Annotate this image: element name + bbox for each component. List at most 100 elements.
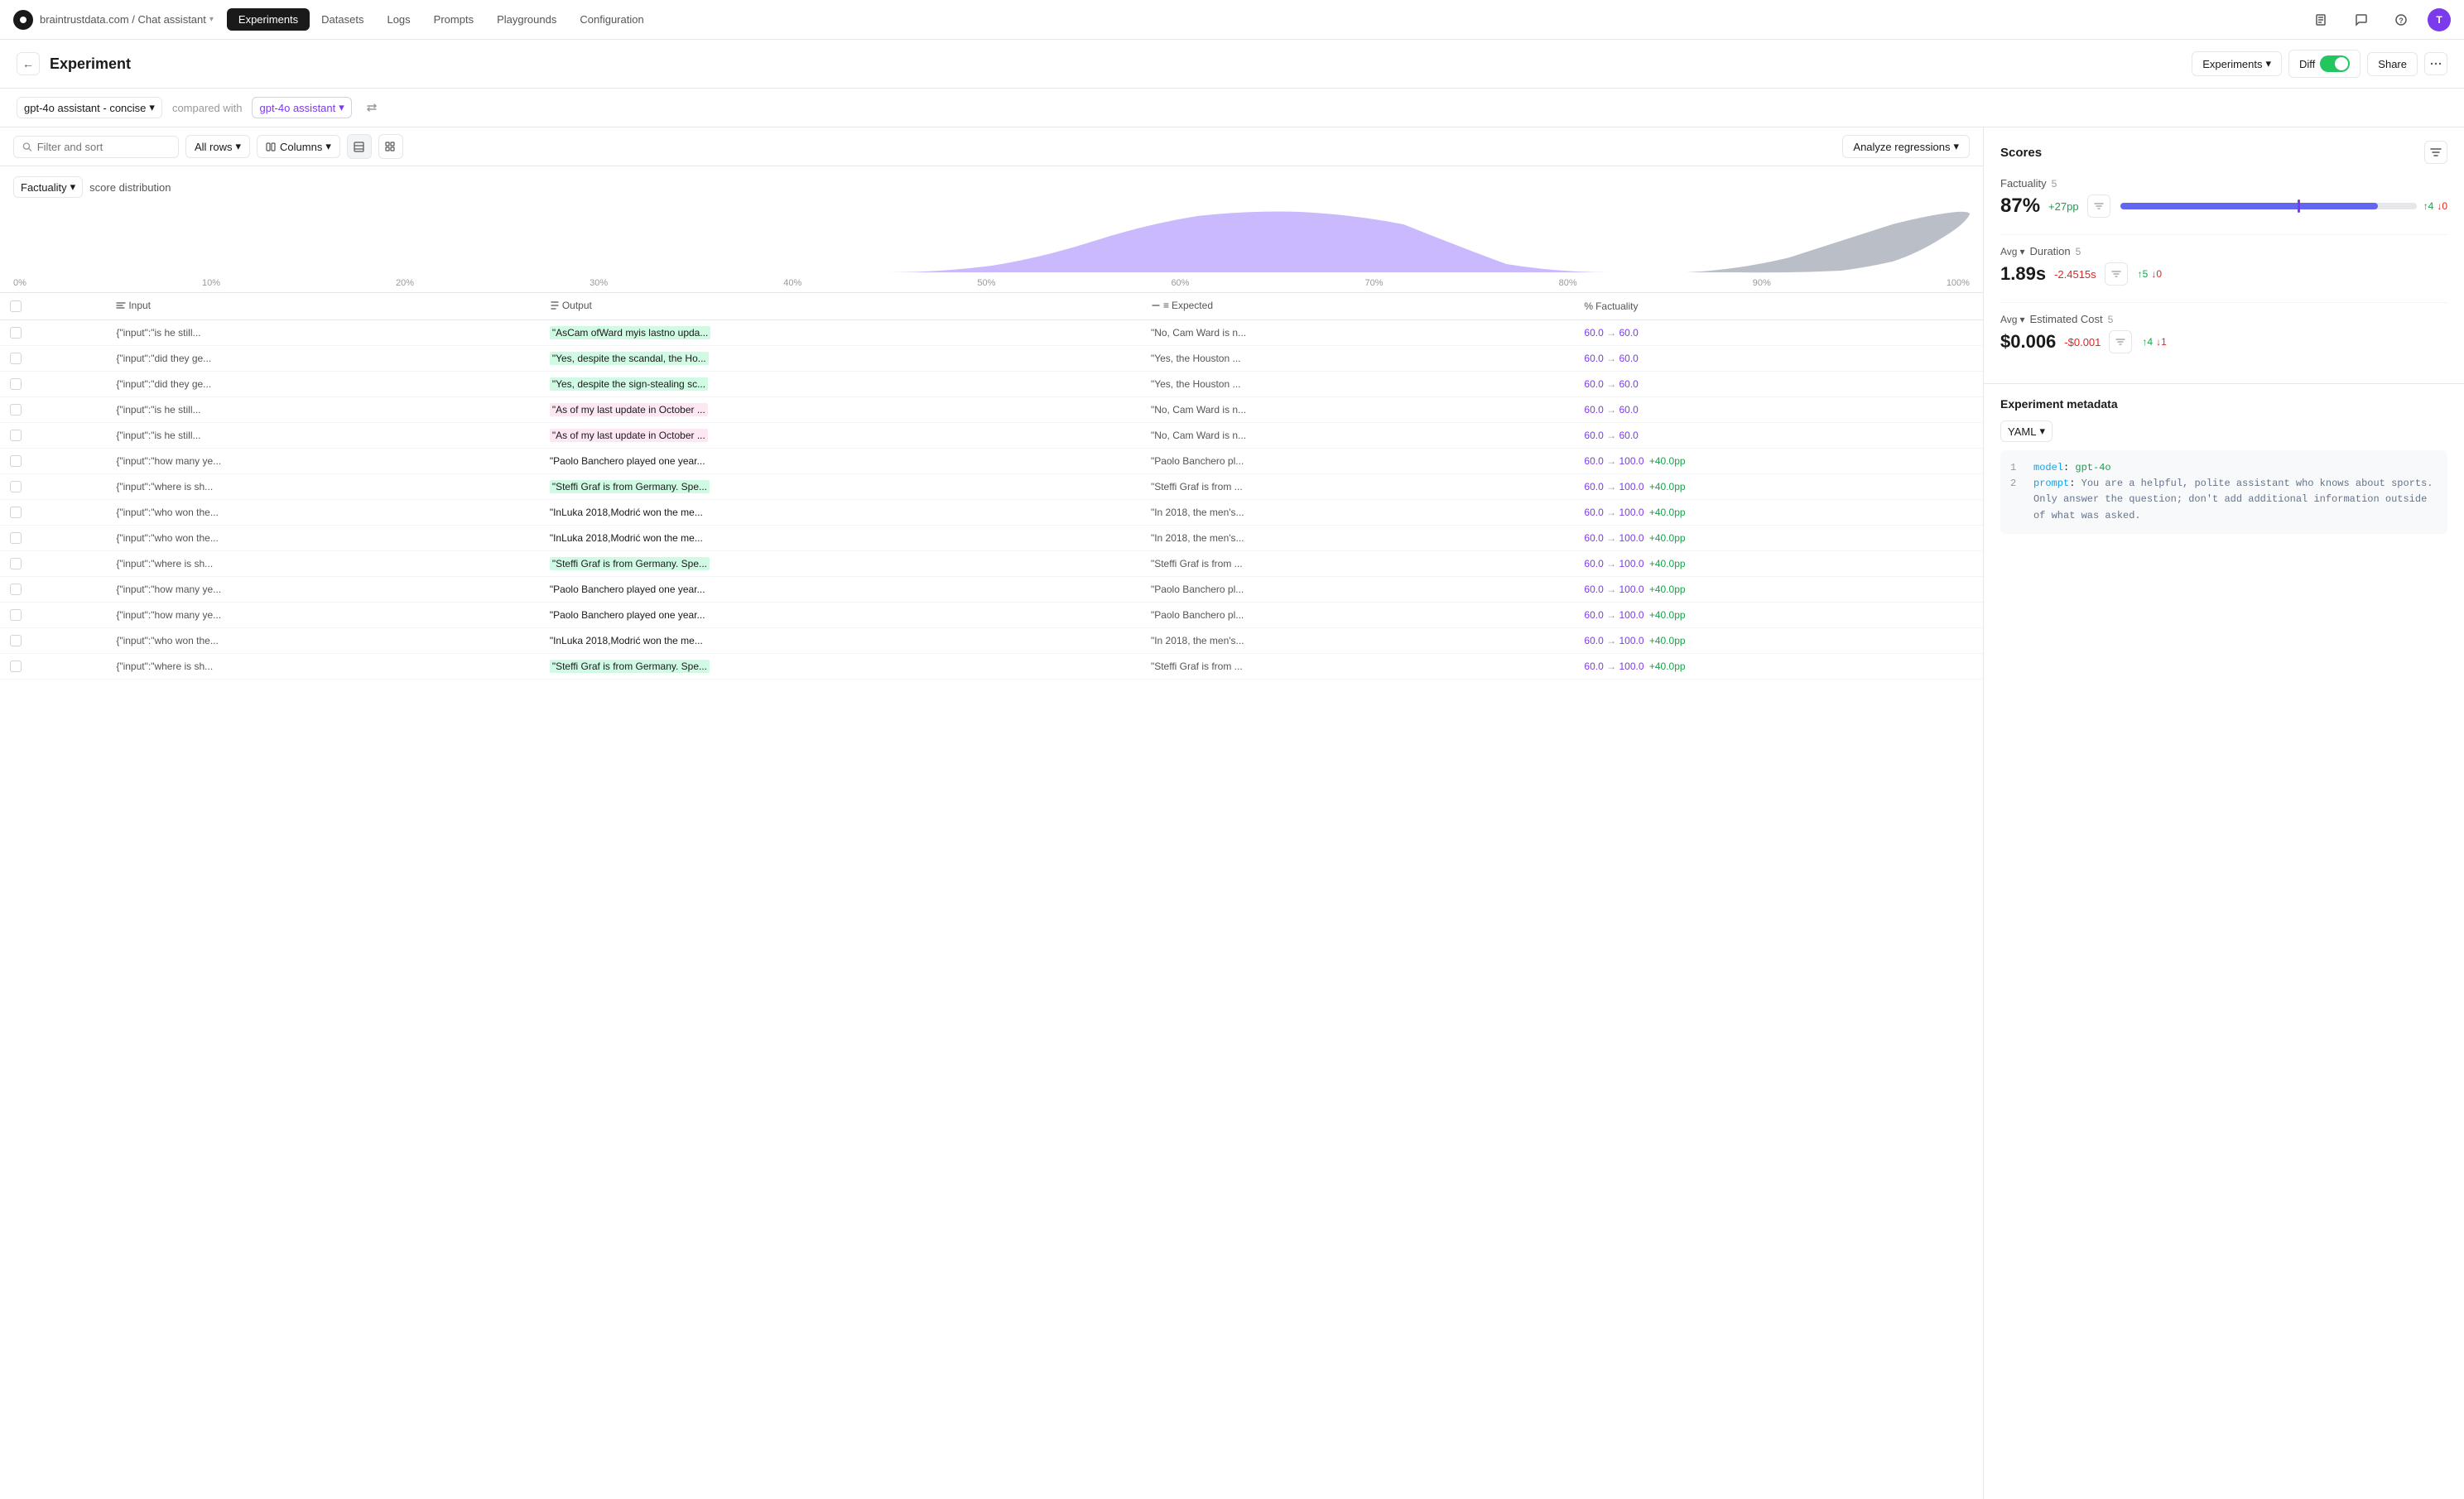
duration-count: 5: [2076, 246, 2081, 257]
cost-avg-label[interactable]: Avg ▾: [2000, 314, 2025, 325]
table-row[interactable]: {"input":"is he still... "As of my last …: [0, 423, 1983, 449]
duration-avg-label[interactable]: Avg ▾: [2000, 246, 2025, 257]
row-checkbox[interactable]: [10, 558, 22, 569]
table-row[interactable]: {"input":"is he still... "AsCam ofWard m…: [0, 320, 1983, 346]
row-factuality: 60.0 → 100.0 +40.0pp: [1574, 603, 1983, 628]
analyze-regressions-button[interactable]: Analyze regressions ▾: [1842, 135, 1970, 158]
toolbar: All rows ▾ Columns ▾ Analyze regressions…: [0, 127, 1983, 166]
row-expected: "In 2018, the men's...: [1141, 526, 1574, 551]
table-row[interactable]: {"input":"how many ye... "Paolo Banchero…: [0, 603, 1983, 628]
table-row[interactable]: {"input":"who won the... "InLuka 2018,Mo…: [0, 628, 1983, 654]
top-nav: braintrustdata.com / Chat assistant ▾ Ex…: [0, 0, 2464, 40]
view-grid-button[interactable]: [378, 134, 403, 159]
view-table-button[interactable]: [347, 134, 372, 159]
row-checkbox[interactable]: [10, 404, 22, 416]
page-title: Experiment: [50, 55, 131, 73]
row-factuality: 60.0 → 100.0 +40.0pp: [1574, 551, 1983, 577]
diff-toggle[interactable]: [2320, 55, 2350, 72]
row-output: "Paolo Banchero played one year...: [540, 603, 1141, 628]
table-row[interactable]: {"input":"is he still... "As of my last …: [0, 397, 1983, 423]
nav-item-datasets[interactable]: Datasets: [310, 8, 375, 31]
row-checkbox-cell: [0, 500, 106, 526]
factuality-down-count: ↓0: [2437, 200, 2447, 212]
yaml-format-selector[interactable]: YAML ▾: [2000, 420, 2053, 442]
table-row[interactable]: {"input":"where is sh... "Steffi Graf is…: [0, 551, 1983, 577]
row-checkbox[interactable]: [10, 353, 22, 364]
row-checkbox[interactable]: [10, 609, 22, 621]
row-checkbox-cell: [0, 526, 106, 551]
nav-book-icon[interactable]: [2308, 7, 2335, 33]
row-checkbox[interactable]: [10, 635, 22, 646]
table-row[interactable]: {"input":"where is sh... "Steffi Graf is…: [0, 474, 1983, 500]
search-icon: [22, 142, 32, 152]
row-checkbox[interactable]: [10, 455, 22, 467]
nav-brand-text: braintrustdata.com / Chat assistant: [40, 13, 206, 26]
nav-item-prompts[interactable]: Prompts: [422, 8, 485, 31]
row-checkbox[interactable]: [10, 507, 22, 518]
expected-column-header: ≡ Expected: [1151, 300, 1213, 311]
nav-item-configuration[interactable]: Configuration: [568, 8, 655, 31]
filter-search-box[interactable]: [13, 136, 179, 158]
back-button[interactable]: ←: [17, 52, 40, 75]
share-button[interactable]: Share: [2367, 52, 2418, 76]
row-checkbox[interactable]: [10, 661, 22, 672]
nav-item-playgrounds[interactable]: Playgrounds: [485, 8, 568, 31]
table-row[interactable]: {"input":"how many ye... "Paolo Banchero…: [0, 577, 1983, 603]
th-input[interactable]: Input: [106, 293, 539, 320]
factuality-main: 87% +27pp ↑4 ↓0: [2000, 195, 2447, 218]
filter-input[interactable]: [37, 141, 170, 153]
table-row[interactable]: {"input":"who won the... "InLuka 2018,Mo…: [0, 526, 1983, 551]
factuality-filter-button[interactable]: [2087, 195, 2110, 218]
row-checkbox-cell: [0, 397, 106, 423]
nav-item-logs[interactable]: Logs: [375, 8, 421, 31]
current-experiment-selector[interactable]: gpt-4o assistant - concise ▾: [17, 97, 162, 118]
chart-area: Factuality ▾ score distribution 0% 10% 2…: [0, 166, 1983, 293]
all-rows-filter[interactable]: All rows ▾: [185, 135, 250, 158]
th-output[interactable]: Output: [540, 293, 1141, 320]
nav-chat-icon[interactable]: [2348, 7, 2375, 33]
nav-avatar[interactable]: T: [2428, 8, 2451, 31]
th-expected[interactable]: ≡ Expected: [1141, 293, 1574, 320]
row-checkbox[interactable]: [10, 584, 22, 595]
nav-brand[interactable]: braintrustdata.com / Chat assistant ▾: [40, 13, 214, 26]
compare-experiment-selector[interactable]: gpt-4o assistant ▾: [252, 97, 351, 118]
row-checkbox[interactable]: [10, 378, 22, 390]
row-checkbox[interactable]: [10, 430, 22, 441]
app-logo[interactable]: [13, 10, 33, 30]
row-input: {"input":"is he still...: [106, 423, 539, 449]
row-expected: "Paolo Banchero pl...: [1141, 449, 1574, 474]
row-checkbox[interactable]: [10, 327, 22, 339]
chart-metric-dropdown[interactable]: Factuality ▾: [13, 176, 83, 198]
swap-experiments-button[interactable]: [362, 98, 382, 118]
code-line-1: 1 model: gpt-4o: [2010, 460, 2438, 476]
experiments-dropdown-button[interactable]: Experiments ▾: [2192, 51, 2282, 76]
scores-filter-button[interactable]: [2424, 141, 2447, 164]
left-panel: All rows ▾ Columns ▾ Analyze regressions…: [0, 127, 1984, 1499]
duration-filter-button[interactable]: [2105, 262, 2128, 286]
row-checkbox[interactable]: [10, 532, 22, 544]
table-row[interactable]: {"input":"where is sh... "Steffi Graf is…: [0, 654, 1983, 680]
row-expected: "In 2018, the men's...: [1141, 500, 1574, 526]
row-checkbox-cell: [0, 346, 106, 372]
factuality-bar-container: ↑4 ↓0: [2087, 195, 2447, 218]
more-options-button[interactable]: [2424, 52, 2447, 75]
nav-item-experiments[interactable]: Experiments: [227, 8, 310, 31]
table-row[interactable]: {"input":"did they ge... "Yes, despite t…: [0, 372, 1983, 397]
metadata-code-block: 1 model: gpt-4o 2 prompt: You are a help…: [2000, 450, 2447, 534]
table-row[interactable]: {"input":"did they ge... "Yes, despite t…: [0, 346, 1983, 372]
columns-button[interactable]: Columns ▾: [257, 135, 340, 158]
row-output: "Yes, despite the scandal, the Ho...: [540, 346, 1141, 372]
th-factuality[interactable]: % Factuality: [1574, 293, 1983, 320]
table-row[interactable]: {"input":"who won the... "InLuka 2018,Mo…: [0, 500, 1983, 526]
duration-down-count: ↓0: [2151, 268, 2162, 280]
row-factuality: 60.0 → 100.0 +40.0pp: [1574, 628, 1983, 654]
cost-filter-button[interactable]: [2109, 330, 2132, 353]
table-body: {"input":"is he still... "AsCam ofWard m…: [0, 320, 1983, 680]
row-expected: "No, Cam Ward is n...: [1141, 320, 1574, 346]
factuality-count: 5: [2052, 178, 2057, 190]
nav-help-icon[interactable]: ?: [2388, 7, 2414, 33]
table-row[interactable]: {"input":"how many ye... "Paolo Banchero…: [0, 449, 1983, 474]
row-checkbox[interactable]: [10, 481, 22, 492]
select-all-checkbox[interactable]: [10, 300, 22, 312]
duration-score-card: Avg ▾ Duration 5 1.89s -2.4515s ↑5 ↓0: [2000, 234, 2447, 286]
